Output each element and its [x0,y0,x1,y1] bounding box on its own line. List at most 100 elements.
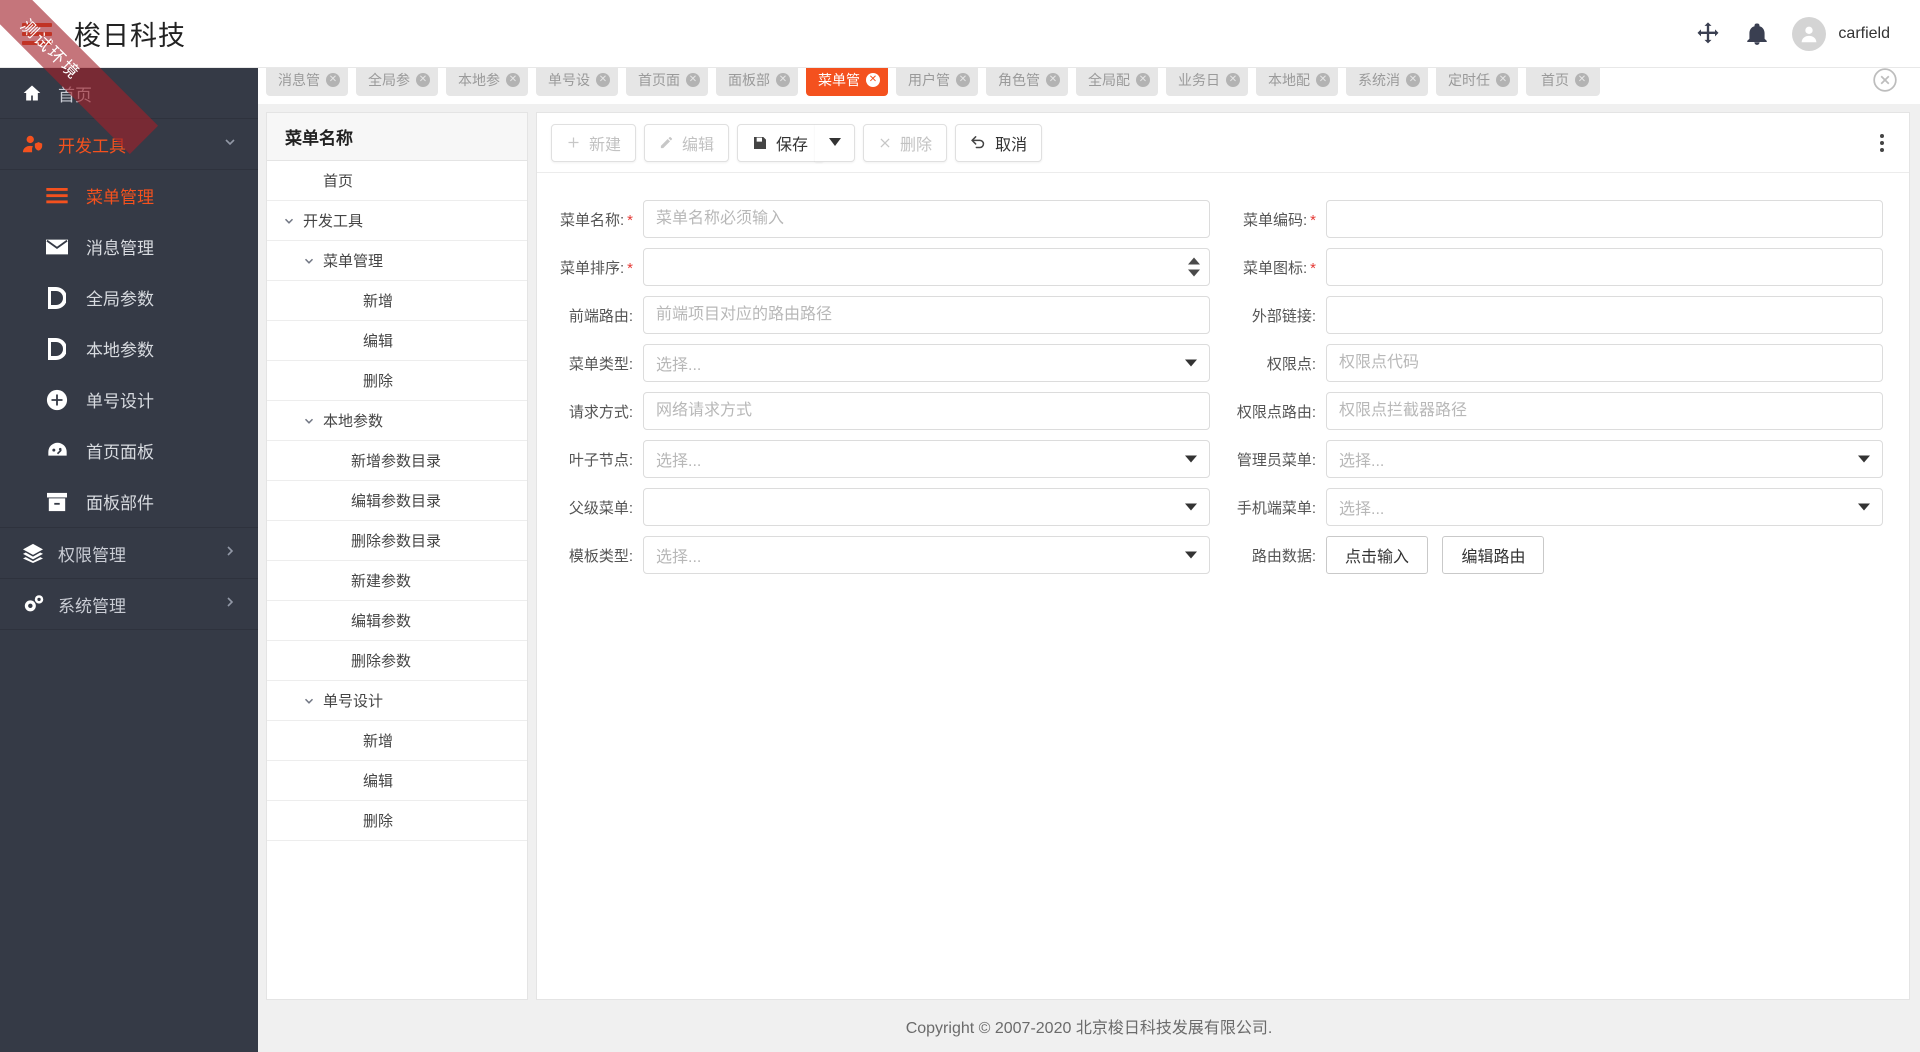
tree-row[interactable]: 删除 [267,361,527,401]
mobile-menu-select[interactable]: 选择... [1326,488,1883,526]
tab-dashboard-widgets[interactable]: 面板部 ✕ [716,64,798,96]
tab-order-number-design[interactable]: 单号设 ✕ [536,64,618,96]
tab-role-management[interactable]: 角色管 ✕ [986,64,1068,96]
sidebar-item-home-dashboard[interactable]: 首页面板 [0,425,258,476]
sidebar-item-label: 首页 [58,85,92,105]
page-title: 梭日科技 [74,21,186,51]
sidebar-group-dev-tools[interactable]: 开发工具 [0,119,258,170]
tab-label: 首页 [1541,72,1569,88]
close-icon[interactable]: ✕ [1406,73,1420,87]
tab-local-config[interactable]: 本地配 ✕ [1256,64,1338,96]
chevron-down-icon[interactable] [301,693,317,709]
close-icon[interactable]: ✕ [686,73,700,87]
tree-row[interactable]: 删除 [267,801,527,841]
admin-menu-select[interactable]: 选择... [1326,440,1883,478]
permission-route-input[interactable] [1326,392,1883,430]
save-dropdown-button[interactable] [815,123,856,162]
parent-menu-select[interactable] [643,488,1210,526]
tab-scheduled-task[interactable]: 定时任 ✕ [1436,64,1518,96]
menu-type-select[interactable]: 选择... [643,344,1210,382]
route-data-input-button[interactable]: 点击输入 [1326,536,1429,574]
tree-row[interactable]: 新增参数目录 [267,441,527,481]
tree-row[interactable]: 新增 [267,281,527,321]
tree-row[interactable]: 删除参数目录 [267,521,527,561]
tree-row[interactable]: 单号设计 [267,681,527,721]
tree-row[interactable]: 开发工具 [267,201,527,241]
sidebar-group-permission-management[interactable]: 权限管理 [0,528,258,579]
close-icon[interactable]: ✕ [326,73,340,87]
stepper-down-icon[interactable] [1188,269,1200,277]
chevron-down-icon[interactable] [301,253,317,269]
template-type-select[interactable]: 选择... [643,536,1210,574]
close-circle-icon[interactable] [1872,67,1898,93]
field-label: 菜单类型: [568,355,633,373]
tab-local-params[interactable]: 本地参 ✕ [446,64,528,96]
close-icon[interactable]: ✕ [956,73,970,87]
tree-row[interactable]: 编辑参数 [267,601,527,641]
front-route-input[interactable] [643,296,1210,334]
external-link-input[interactable] [1326,296,1883,334]
permission-point-input[interactable] [1326,344,1883,382]
edit-button[interactable]: 编辑 [644,123,730,162]
close-icon[interactable]: ✕ [416,73,430,87]
sidebar-item-local-params[interactable]: 本地参数 [0,323,258,374]
sidebar-item-global-params[interactable]: 全局参数 [0,272,258,323]
sidebar-item-dashboard-widgets[interactable]: 面板部件 [0,476,258,527]
close-icon[interactable]: ✕ [1496,73,1510,87]
tab-home-dashboard[interactable]: 首页面 ✕ [626,64,708,96]
route-data-edit-button[interactable]: 编辑路由 [1442,536,1545,574]
tree-row[interactable]: 首页 [267,161,527,201]
chevron-down-icon[interactable] [281,213,297,229]
menu-code-input[interactable] [1326,200,1883,238]
tab-system-message[interactable]: 系统消 ✕ [1346,64,1428,96]
tab-menu-management[interactable]: 菜单管 ✕ [806,64,888,96]
close-icon[interactable]: ✕ [596,73,610,87]
quantity-stepper[interactable] [1188,257,1200,277]
close-icon[interactable]: ✕ [1226,73,1240,87]
menu-order-input[interactable] [643,248,1210,286]
menu-name-input[interactable] [643,200,1210,238]
tree-row[interactable]: 新增 [267,721,527,761]
tab-business-log[interactable]: 业务日 ✕ [1166,64,1248,96]
new-button[interactable]: 新建 [551,123,637,162]
field-front-route: 前端路由: [547,291,1210,339]
close-icon[interactable]: ✕ [506,73,520,87]
tree-row[interactable]: 删除参数 [267,641,527,681]
tree-row[interactable]: 新建参数 [267,561,527,601]
delete-button[interactable]: 删除 [863,123,948,162]
tree-row[interactable]: 本地参数 [267,401,527,441]
chevron-down-icon[interactable] [301,413,317,429]
leaf-node-select[interactable]: 选择... [643,440,1210,478]
close-icon[interactable]: ✕ [1046,73,1060,87]
save-button[interactable]: 保存 [737,123,824,162]
sidebar-item-home[interactable]: 首页 [0,68,258,119]
tab-global-params[interactable]: 全局参 ✕ [356,64,438,96]
tab-home[interactable]: 首页 ✕ [1526,64,1600,96]
avatar[interactable]: carfield [1792,16,1890,51]
menu-icon-input[interactable] [1326,248,1883,286]
stepper-up-icon[interactable] [1188,257,1200,265]
tree-row[interactable]: 编辑参数目录 [267,481,527,521]
cancel-button[interactable]: 取消 [955,123,1043,162]
close-icon[interactable]: ✕ [776,73,790,87]
close-icon[interactable]: ✕ [1136,73,1150,87]
tab-user-management[interactable]: 用户管 ✕ [896,64,978,96]
request-method-input[interactable] [643,392,1210,430]
hamburger-icon[interactable] [22,22,52,45]
tree-row[interactable]: 编辑 [267,761,527,801]
sidebar-item-order-number-design[interactable]: 单号设计 [0,374,258,425]
kebab-menu-icon[interactable] [1869,128,1895,158]
sidebar-group-system-management[interactable]: 系统管理 [0,579,258,630]
tab-message-management[interactable]: 消息管 ✕ [266,64,348,96]
close-icon[interactable]: ✕ [1575,73,1589,87]
sidebar-item-message-management[interactable]: 消息管理 [0,221,258,272]
sidebar-item-menu-management[interactable]: 菜单管理 [0,170,258,221]
close-icon[interactable]: ✕ [866,73,880,87]
tree-row[interactable]: 编辑 [267,321,527,361]
move-arrows-icon[interactable] [1694,20,1722,48]
field-control: 选择... [1326,488,1883,526]
tab-global-config[interactable]: 全局配 ✕ [1076,64,1158,96]
close-icon[interactable]: ✕ [1316,73,1330,87]
tree-row[interactable]: 菜单管理 [267,241,527,281]
bell-icon[interactable] [1744,21,1770,47]
